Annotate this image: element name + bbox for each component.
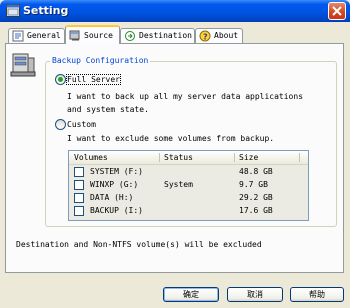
backup-configuration-title: Backup Configuration [50,56,151,65]
volume-checkbox[interactable] [74,193,84,203]
destination-icon [125,31,135,41]
volume-checkbox[interactable] [74,180,84,190]
custom-label[interactable]: Custom [67,120,96,129]
volume-size: 48.8 GB [239,167,273,176]
volume-size: 29.2 GB [239,193,273,202]
volume-row[interactable]: SYSTEM (F:) 48.8 GB [69,166,308,179]
tab-source[interactable]: Source [65,25,120,44]
volume-checkbox[interactable] [74,206,84,216]
tab-general-label: General [27,31,61,40]
column-size[interactable]: Size [239,153,258,162]
radio-selected-dot [58,77,63,82]
full-server-radio[interactable] [55,74,66,85]
svg-text:?: ? [203,33,208,42]
tab-destination[interactable]: Destination [120,28,195,43]
column-status[interactable]: Status [164,153,193,162]
volume-row[interactable]: WINXP (G:) System 9.7 GB [69,179,308,192]
volume-size: 17.6 GB [239,206,273,215]
custom-description: I want to exclude some volumes from back… [67,134,275,143]
column-volumes[interactable]: Volumes [74,153,108,162]
column-separator[interactable] [234,153,235,162]
tab-about[interactable]: ? About [195,28,243,43]
full-server-description-line2: and system state. [67,105,149,114]
footer-note: Destination and Non-NTFS volume(s) will … [16,240,262,249]
window-title: Setting [23,4,69,17]
volume-size: 9.7 GB [239,180,268,189]
general-icon [12,30,24,42]
volume-name: BACKUP (I:) [90,206,143,215]
server-icon [10,53,36,77]
tab-about-label: About [214,31,239,40]
tab-destination-label: Destination [139,31,192,40]
custom-radio[interactable] [55,119,66,130]
volume-checkbox[interactable] [74,167,84,177]
volumes-list[interactable]: Volumes Status Size SYSTEM (F:) 48.8 GB … [68,150,309,221]
column-separator[interactable] [299,153,300,162]
volume-row[interactable]: BACKUP (I:) 17.6 GB [69,205,308,218]
source-icon [69,30,80,41]
help-button[interactable]: 帮助 [290,287,344,302]
volume-status: System [164,180,193,189]
setting-window: Setting General Source Destination ? Abo… [0,0,350,308]
tab-source-label: Source [84,31,113,40]
volumes-list-header: Volumes Status Size [69,151,308,165]
close-icon [332,6,342,16]
full-server-description-line1: I want to back up all my server data app… [67,92,304,101]
volume-row[interactable]: DATA (H:) 29.2 GB [69,192,308,205]
about-icon: ? [199,30,211,42]
volume-name: SYSTEM (F:) [90,167,143,176]
ok-button[interactable]: 确定 [163,287,219,302]
full-server-label[interactable]: Full Server [66,74,121,85]
cancel-button[interactable]: 取消 [227,287,283,302]
volume-name: DATA (H:) [90,193,134,202]
close-button[interactable] [328,2,346,20]
app-icon [6,4,20,17]
column-separator[interactable] [159,153,160,162]
tab-general[interactable]: General [8,28,65,43]
title-bar[interactable]: Setting [0,0,350,22]
volume-name: WINXP (G:) [90,180,139,189]
